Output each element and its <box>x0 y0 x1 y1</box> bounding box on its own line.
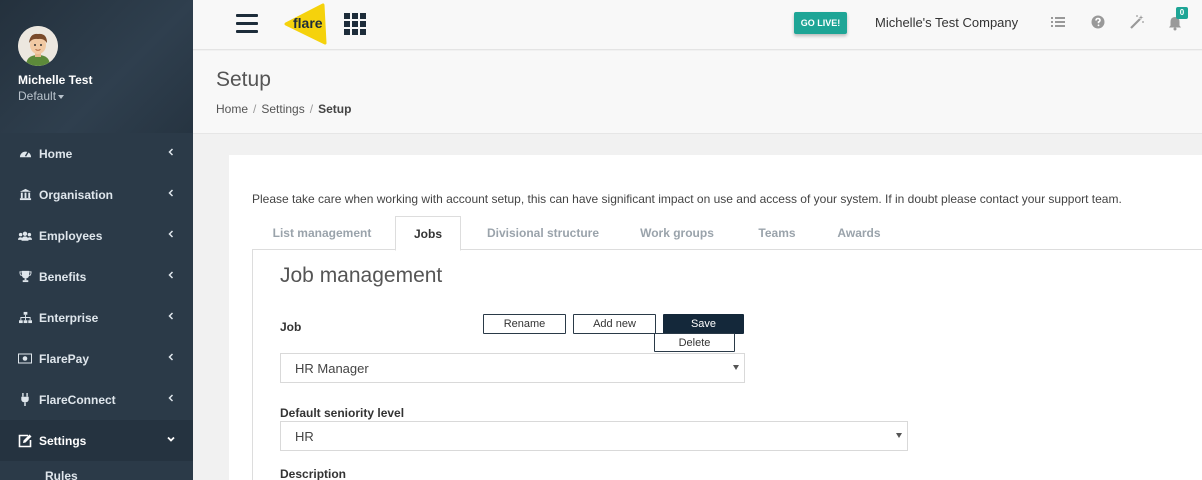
tab-awards[interactable]: Awards <box>824 216 894 250</box>
chevron-left-icon <box>168 312 174 320</box>
sidebar-item-flareconnect[interactable]: FlareConnect <box>0 379 193 420</box>
chevron-left-icon <box>168 148 174 156</box>
sidebar-item-label: Benefits <box>39 269 87 284</box>
profile-role-dropdown[interactable]: Default <box>18 89 65 103</box>
sidebar-item-label: Enterprise <box>39 310 99 325</box>
avatar[interactable] <box>18 26 58 66</box>
section-title: Job management <box>280 264 443 287</box>
job-select[interactable]: HR Manager <box>280 353 745 383</box>
sidebar-item-employees[interactable]: Employees <box>0 215 193 256</box>
go-live-button[interactable]: GO LIVE! <box>794 12 847 34</box>
job-management-panel: Job management Job Rename Add new Save D… <box>252 250 1202 480</box>
sidebar-item-flarepay[interactable]: FlarePay <box>0 338 193 379</box>
plug-icon <box>18 393 32 407</box>
chevron-left-icon <box>168 271 174 279</box>
dropdown-arrow-icon <box>733 365 739 370</box>
profile-name: Michelle Test <box>18 73 93 87</box>
tab-bar: List management Jobs Divisional structur… <box>252 216 1202 251</box>
trophy-icon <box>18 270 32 284</box>
sidebar-item-label: Home <box>39 146 73 161</box>
chevron-down-icon <box>167 436 175 442</box>
top-bar: flare GO LIVE! Michelle's Test Company 0 <box>193 0 1202 50</box>
caret-down-icon <box>58 94 65 99</box>
dropdown-arrow-icon <box>896 433 902 438</box>
sidebar-item-organisation[interactable]: Organisation <box>0 174 193 215</box>
sidebar-item-home[interactable]: Home <box>0 133 193 174</box>
seniority-select[interactable]: HR <box>280 421 908 451</box>
money-icon <box>18 352 32 366</box>
add-new-button[interactable]: Add new <box>573 314 656 334</box>
notification-badge: 0 <box>1176 7 1188 19</box>
rename-button[interactable]: Rename <box>483 314 566 334</box>
chevron-left-icon <box>168 394 174 402</box>
sitemap-icon <box>18 311 32 325</box>
magic-wand-icon[interactable] <box>1129 14 1145 30</box>
list-icon[interactable] <box>1050 14 1066 30</box>
dashboard-icon <box>18 147 32 161</box>
users-icon <box>18 229 32 243</box>
tab-divisional-structure[interactable]: Divisional structure <box>473 216 613 250</box>
tab-work-groups[interactable]: Work groups <box>627 216 727 250</box>
content-card: Please take care when working with accou… <box>229 155 1202 480</box>
sidebar-item-label: FlarePay <box>39 351 90 366</box>
chevron-left-icon <box>168 353 174 361</box>
breadcrumb-current: Setup <box>318 102 352 116</box>
sidebar-item-enterprise[interactable]: Enterprise <box>0 297 193 338</box>
profile-role-label: Default <box>18 89 57 103</box>
help-icon[interactable] <box>1090 14 1106 30</box>
breadcrumb-settings[interactable]: Settings <box>261 102 304 116</box>
breadcrumb-home[interactable]: Home <box>216 102 248 116</box>
sidebar-item-label: FlareConnect <box>39 392 116 407</box>
sidebar-item-benefits[interactable]: Benefits <box>0 256 193 297</box>
chevron-left-icon <box>168 230 174 238</box>
delete-button[interactable]: Delete <box>654 333 735 352</box>
flare-logo[interactable]: flare <box>283 3 328 45</box>
apps-grid-icon[interactable] <box>344 13 366 35</box>
seniority-label: Default seniority level <box>280 406 405 420</box>
seniority-select-value: HR <box>295 428 314 444</box>
page-title: Setup <box>216 68 271 91</box>
tab-jobs[interactable]: Jobs <box>395 216 461 251</box>
edit-icon <box>18 434 32 448</box>
tab-list-management[interactable]: List management <box>252 216 392 250</box>
sidebar-item-label: Employees <box>39 228 103 243</box>
job-select-value: HR Manager <box>295 360 369 376</box>
sidebar-item-label: Settings <box>39 433 87 448</box>
sidebar-item-settings[interactable]: Settings <box>0 420 193 461</box>
company-name[interactable]: Michelle's Test Company <box>875 15 1018 30</box>
save-button[interactable]: Save <box>663 314 744 334</box>
sidebar-subitem-rules[interactable]: Rules <box>45 469 78 480</box>
page-header: Setup Home / Settings / Setup <box>193 51 1202 134</box>
description-label: Description <box>280 467 347 480</box>
job-label: Job <box>280 320 302 334</box>
profile-panel: Michelle Test Default <box>0 0 193 133</box>
breadcrumb: Home / Settings / Setup <box>216 102 352 116</box>
svg-text:flare: flare <box>293 15 323 31</box>
bank-icon <box>18 188 32 202</box>
hamburger-menu-icon[interactable] <box>236 14 258 34</box>
sidebar-item-label: Organisation <box>39 187 114 202</box>
chevron-left-icon <box>168 189 174 197</box>
sidebar: Michelle Test Default Home Organisation … <box>0 0 193 480</box>
tab-teams[interactable]: Teams <box>742 216 812 250</box>
setup-notice: Please take care when working with accou… <box>252 192 1122 206</box>
